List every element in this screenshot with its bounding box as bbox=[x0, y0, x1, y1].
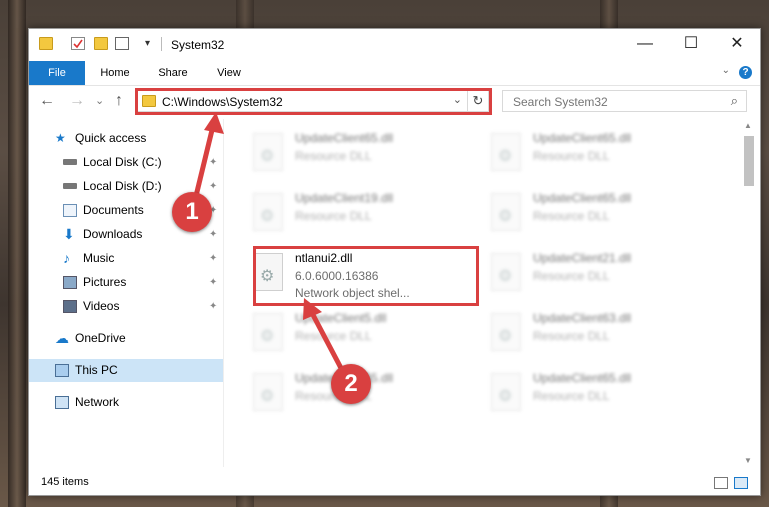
callout-badge-1: 1 bbox=[172, 192, 212, 232]
callout-arrows bbox=[193, 112, 345, 372]
callout-badge-2: 2 bbox=[331, 364, 371, 404]
